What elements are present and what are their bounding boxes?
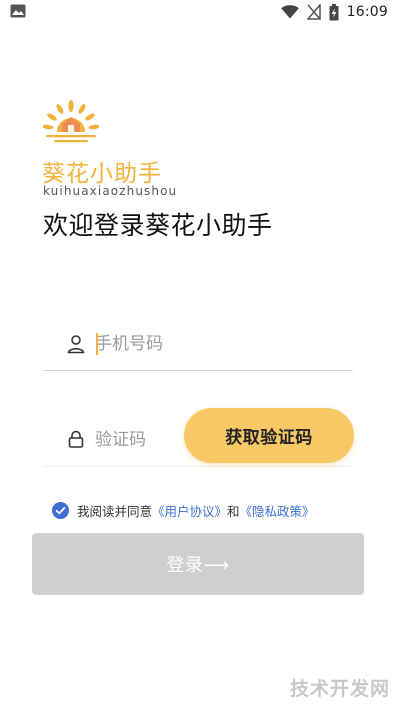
get-code-button[interactable]: 获取验证码 xyxy=(184,408,354,463)
battery-charging-icon xyxy=(329,3,339,20)
clock: 16:09 xyxy=(346,4,388,20)
phone-field xyxy=(43,320,353,371)
user-icon xyxy=(67,335,85,354)
gallery-icon xyxy=(10,4,26,18)
no-signal-icon xyxy=(306,4,321,20)
agreement-and: 和 xyxy=(227,503,240,519)
welcome-heading: 欢迎登录葵花小助手 xyxy=(43,211,273,240)
login-button[interactable]: 登录⟶ xyxy=(32,533,364,595)
app-name-pinyin: kuihuaxiaozhushou xyxy=(43,184,178,198)
agreement-text: 我阅读并同意 xyxy=(77,503,153,519)
agreement-checkbox[interactable] xyxy=(52,501,69,519)
text-caret xyxy=(96,333,98,355)
privacy-policy-link[interactable]: 《隐私政策》 xyxy=(240,501,315,520)
app-name: 葵花小助手 xyxy=(42,161,162,187)
status-icons: 16:09 xyxy=(280,3,388,21)
status-bar: 16:09 xyxy=(0,0,396,24)
watermark: 技术开发网 xyxy=(289,678,390,700)
phone-input[interactable] xyxy=(95,332,275,356)
wifi-icon xyxy=(280,5,299,19)
agreement-row: 我阅读并同意 《用户协议》 和 《隐私政策》 xyxy=(52,500,315,520)
sunflower-house-icon xyxy=(42,100,100,143)
lock-icon xyxy=(68,430,84,448)
user-agreement-link[interactable]: 《用户协议》 xyxy=(152,501,227,520)
